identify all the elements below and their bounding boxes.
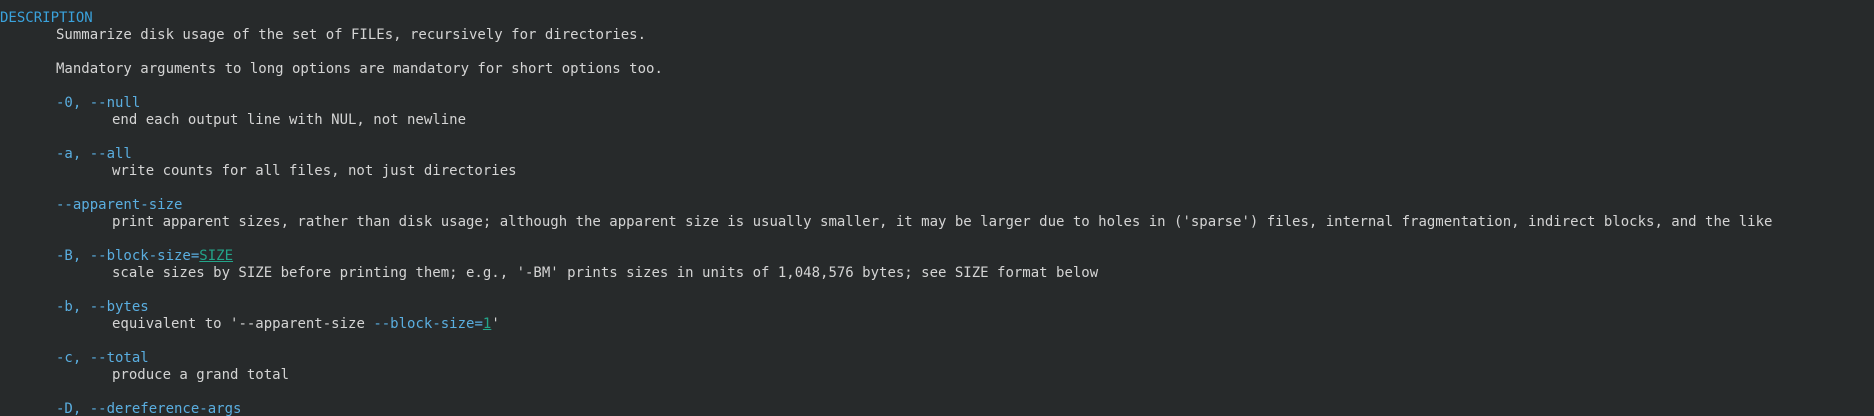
option-flag: --apparent-size <box>56 197 183 213</box>
option-flag: -a, --all <box>56 146 132 162</box>
option-flag: -c, --total <box>56 350 149 366</box>
desc-option-ref: --block-size= <box>373 316 483 332</box>
option-argument: SIZE <box>199 248 234 264</box>
option-description: write counts for all files, not just dir… <box>112 163 517 179</box>
option-flag: -0, --null <box>56 95 141 111</box>
option-description: print apparent sizes, rather than disk u… <box>112 214 1773 230</box>
option-description: end each output line with NUL, not newli… <box>112 112 467 128</box>
terminal-man-page: DESCRIPTION Summarize disk usage of the … <box>0 0 1874 416</box>
option-description-line: equivalent to '--apparent-size --block-s… <box>112 316 500 333</box>
intro-line: Mandatory arguments to long options are … <box>56 61 663 77</box>
option-flag-line: -B, --block-size=SIZE <box>56 248 233 265</box>
desc-text: equivalent to ' <box>112 316 239 332</box>
desc-text: --apparent-size <box>238 316 365 332</box>
intro-line: Summarize disk usage of the set of FILEs… <box>56 27 647 43</box>
option-flag: -D, --dereference-args <box>56 401 242 416</box>
option-description: scale sizes by SIZE before printing them… <box>112 265 1099 281</box>
section-header: DESCRIPTION <box>0 10 93 26</box>
option-description: produce a grand total <box>112 367 290 383</box>
desc-text: ' <box>491 316 500 332</box>
option-flag: -b, --bytes <box>56 299 149 315</box>
option-flag: -B, --block-size= <box>56 248 200 264</box>
